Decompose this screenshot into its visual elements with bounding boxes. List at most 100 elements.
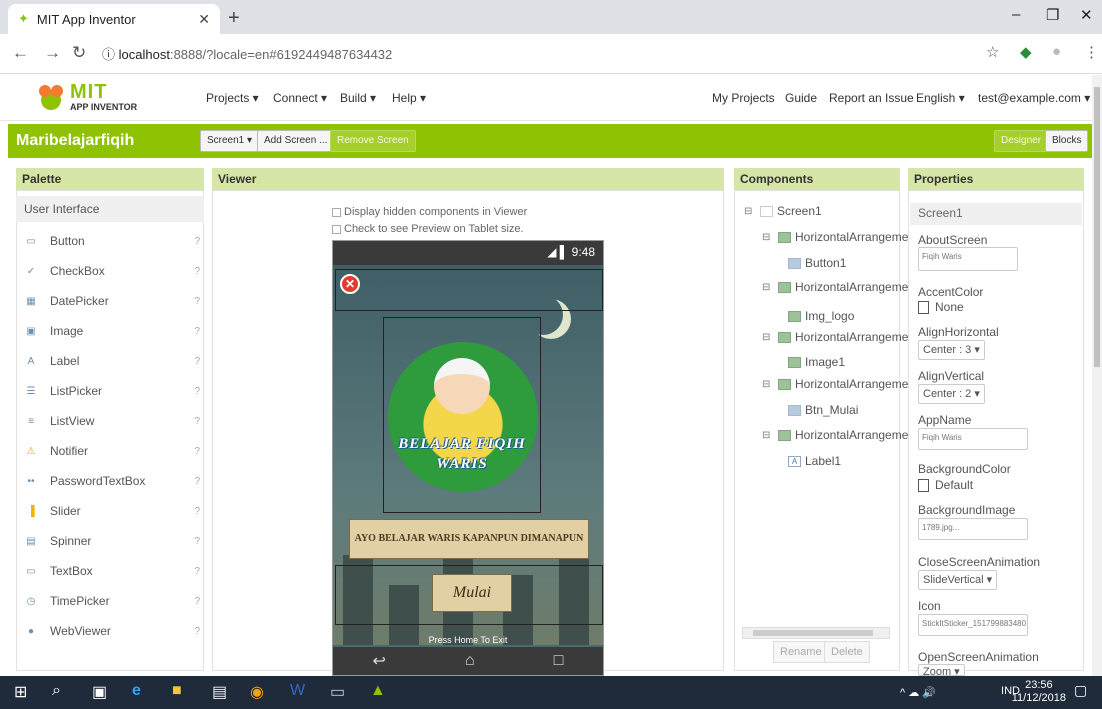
back-nav-icon[interactable]: ↩ <box>373 651 386 671</box>
palette-item-datepicker[interactable]: ▦ DatePicker? <box>24 286 200 316</box>
component-btn_mulai[interactable]: Btn_Mulai <box>788 403 858 417</box>
back-icon[interactable]: ← <box>12 43 29 63</box>
palette-item-label[interactable]: A Label? <box>24 346 200 376</box>
link-guide[interactable]: Guide <box>785 91 817 105</box>
edge-browser-icon[interactable]: e <box>132 682 141 700</box>
link-report-issue[interactable]: Report an Issue <box>829 91 914 105</box>
search-icon[interactable]: ⌕ <box>52 682 61 700</box>
account-menu[interactable]: test@example.com ▾ <box>978 91 1090 105</box>
terminal-icon[interactable]: ▭ <box>330 682 345 702</box>
background-color-picker[interactable]: Default <box>918 478 973 492</box>
chrome-icon[interactable]: ◉ <box>250 682 264 702</box>
component-horizontalarrangement4[interactable]: ⊟ HorizontalArrangement4 <box>762 428 925 442</box>
notifications-icon[interactable]: ▢ <box>1074 682 1087 699</box>
bookmark-star-icon[interactable]: ☆ <box>986 43 999 61</box>
collapse-toggle-icon[interactable]: ⊟ <box>762 282 774 293</box>
browser-tab[interactable]: ✦ MIT App Inventor ✕ <box>8 4 220 34</box>
palette-item-image[interactable]: ▣ Image? <box>24 316 200 346</box>
close-tab-icon[interactable]: ✕ <box>198 11 210 28</box>
collapse-toggle-icon[interactable]: ⊟ <box>762 430 774 441</box>
help-icon[interactable]: ? <box>194 236 200 247</box>
remove-screen-button[interactable]: Remove Screen <box>330 130 416 152</box>
url-field[interactable]: ⓘ localhost:8888/?locale=en#619244948763… <box>102 44 392 63</box>
close-x-icon[interactable]: ✕ <box>340 274 360 294</box>
new-tab-icon[interactable]: + <box>228 7 240 30</box>
collapse-toggle-icon[interactable]: ⊟ <box>762 332 774 343</box>
palette-item-listview[interactable]: ≡ ListView? <box>24 406 200 436</box>
menu-projects[interactable]: Projects ▾ <box>206 91 259 105</box>
home-nav-icon[interactable]: ⌂ <box>465 652 475 670</box>
add-screen-button[interactable]: Add Screen ... <box>257 130 335 152</box>
windows-start-icon[interactable]: ⊞ <box>14 682 27 702</box>
task-view-icon[interactable]: ▣ <box>92 682 107 702</box>
menu-connect[interactable]: Connect ▾ <box>273 91 327 105</box>
align-vertical-select[interactable]: Center : 2 ▾ <box>918 384 985 404</box>
help-icon[interactable]: ? <box>194 296 200 307</box>
minimize-icon[interactable]: – <box>1012 6 1020 23</box>
collapse-toggle-icon[interactable]: ⊟ <box>762 379 774 390</box>
component-horizontalarrangement3[interactable]: ⊟ HorizontalArrangement3 <box>762 330 925 344</box>
palette-item-button[interactable]: ▭ Button? <box>24 226 200 256</box>
menu-build[interactable]: Build ▾ <box>340 91 376 105</box>
delete-button[interactable]: Delete <box>824 641 870 663</box>
accent-color-picker[interactable]: None <box>918 300 964 314</box>
palette-item-textbox[interactable]: ▭ TextBox? <box>24 556 200 586</box>
help-icon[interactable]: ? <box>194 416 200 427</box>
align-horizontal-select[interactable]: Center : 3 ▾ <box>918 340 985 360</box>
recents-nav-icon[interactable]: □ <box>554 652 564 670</box>
component-image1[interactable]: Image1 <box>788 355 845 369</box>
palette-item-listpicker[interactable]: ☰ ListPicker? <box>24 376 200 406</box>
extension-icon[interactable]: ◆ <box>1020 43 1032 61</box>
components-hscrollbar[interactable] <box>742 627 890 639</box>
palette-item-checkbox[interactable]: ✓ CheckBox? <box>24 256 200 286</box>
help-icon[interactable]: ? <box>194 506 200 517</box>
btn-mulai[interactable]: Mulai <box>432 574 512 612</box>
help-icon[interactable]: ? <box>194 476 200 487</box>
help-icon[interactable]: ? <box>194 596 200 607</box>
palette-item-webviewer[interactable]: ● WebViewer? <box>24 616 200 646</box>
help-icon[interactable]: ? <box>194 536 200 547</box>
collapse-toggle-icon[interactable]: ⊟ <box>744 206 756 217</box>
word-icon[interactable]: W <box>290 682 305 700</box>
clock[interactable]: 23:56 11/12/2018 <box>1012 679 1066 705</box>
help-icon[interactable]: ? <box>194 446 200 457</box>
palette-item-notifier[interactable]: ⚠ Notifier? <box>24 436 200 466</box>
component-label1[interactable]: A Label1 <box>788 454 841 468</box>
component-horizontalarrangement1[interactable]: ⊟ HorizontalArrangement1 <box>762 377 925 391</box>
app-inventor-taskbar-icon[interactable]: ▲ <box>370 682 386 700</box>
language-select[interactable]: English ▾ <box>916 91 965 105</box>
link-my-projects[interactable]: My Projects <box>712 91 775 105</box>
component-button1[interactable]: Button1 <box>788 256 846 270</box>
help-icon[interactable]: ? <box>194 626 200 637</box>
palette-item-timepicker[interactable]: ◷ TimePicker? <box>24 586 200 616</box>
open-screen-animation-select[interactable]: Zoom ▾ <box>918 664 965 676</box>
palette-item-spinner[interactable]: ▤ Spinner? <box>24 526 200 556</box>
palette-item-passwordtextbox[interactable]: •• PasswordTextBox? <box>24 466 200 496</box>
store-icon[interactable]: ▤ <box>212 682 227 702</box>
display-hidden-checkbox[interactable]: Display hidden components in Viewer <box>332 206 527 218</box>
collapse-toggle-icon[interactable]: ⊟ <box>762 232 774 243</box>
blocks-button[interactable]: Blocks <box>1045 130 1089 152</box>
component-horizontalarrangement5[interactable]: ⊟ HorizontalArrangement5 <box>762 230 925 244</box>
help-icon[interactable]: ? <box>194 356 200 367</box>
file-explorer-icon[interactable]: ■ <box>172 682 182 700</box>
palette-category-user-interface[interactable]: User Interface <box>16 196 204 222</box>
img-logo[interactable]: BELAJAR FIQIH WARIS <box>383 317 541 513</box>
mit-logo[interactable]: MIT APP INVENTOR <box>36 81 146 115</box>
menu-dots-icon[interactable]: ⋮ <box>1084 43 1099 61</box>
about-screen-field[interactable]: Fiqih Waris <box>918 247 1018 271</box>
component-screen1[interactable]: ⊟ Screen1 <box>744 204 822 218</box>
profile-icon[interactable]: ● <box>1052 43 1061 60</box>
help-icon[interactable]: ? <box>194 386 200 397</box>
app-name-field[interactable]: Fiqih Waris <box>918 428 1028 450</box>
system-tray-icons[interactable]: ^ ☁ 🔊 <box>900 686 936 699</box>
help-icon[interactable]: ? <box>194 266 200 277</box>
forward-icon[interactable]: → <box>44 43 61 63</box>
designer-button[interactable]: Designer <box>994 130 1049 152</box>
palette-item-slider[interactable]: ▐ Slider? <box>24 496 200 526</box>
component-img_logo[interactable]: Img_logo <box>788 309 854 323</box>
screen-select[interactable]: Screen1 ▾ <box>200 130 260 152</box>
restore-icon[interactable]: ❐ <box>1046 6 1059 24</box>
page-scrollbar[interactable] <box>1092 75 1102 676</box>
checkbox-box[interactable] <box>332 224 341 234</box>
